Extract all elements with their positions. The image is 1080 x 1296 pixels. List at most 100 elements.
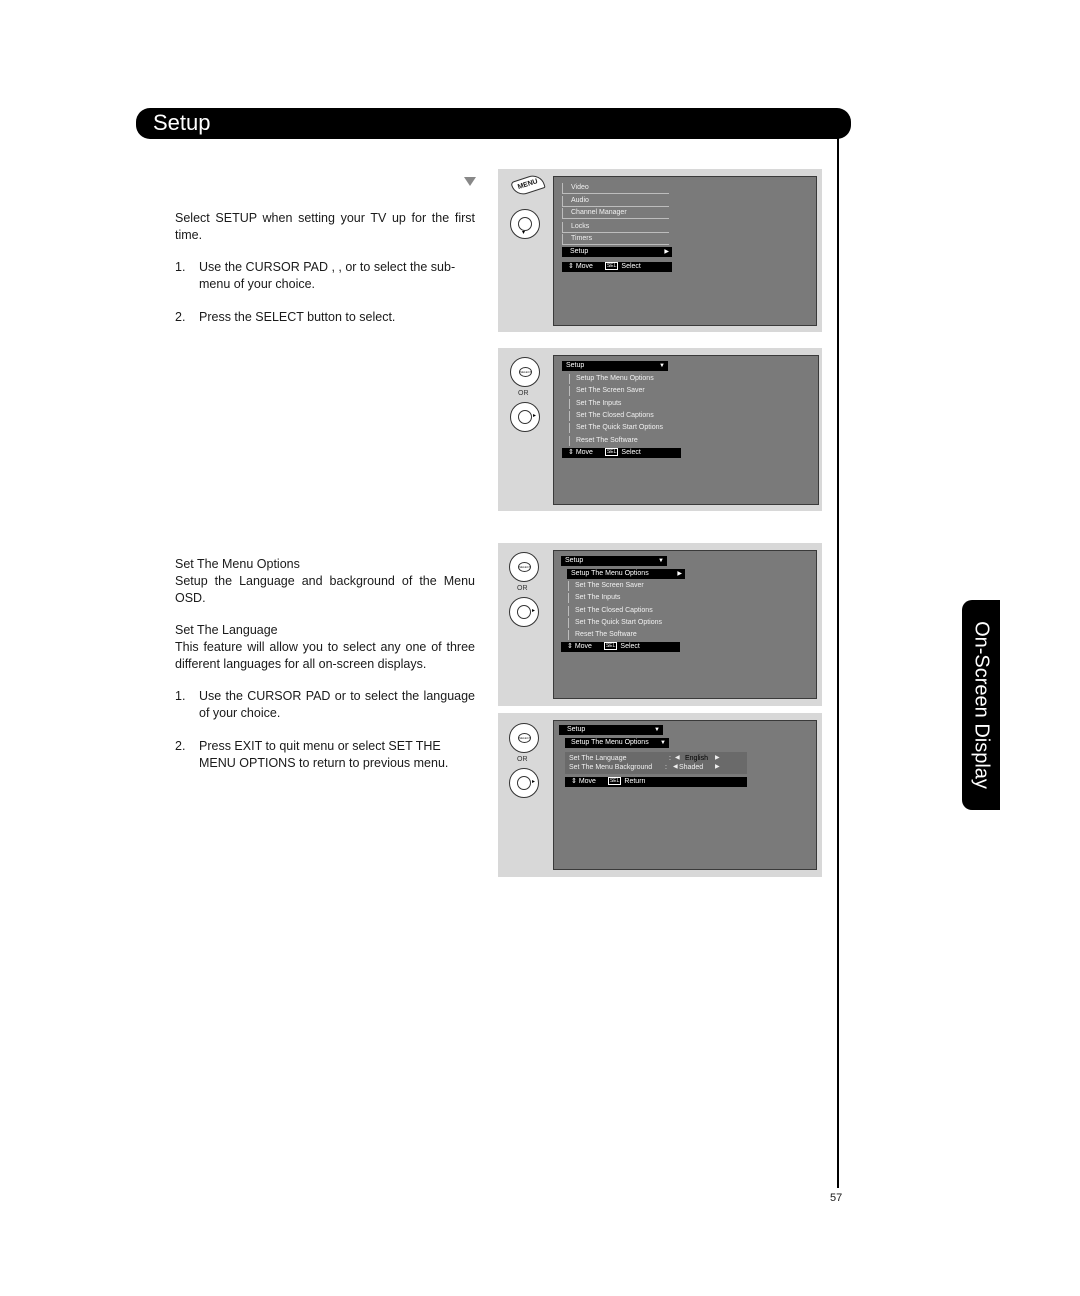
- cursor-pad-right[interactable]: ▸: [509, 597, 539, 627]
- move-icon: ⇕: [567, 643, 573, 650]
- menu-item[interactable]: Set The Screen Saver: [569, 386, 686, 396]
- menu-item-selected[interactable]: Setup The Menu Options ▶: [567, 569, 685, 579]
- action-label: Select: [620, 643, 640, 650]
- move-label: Move: [575, 449, 593, 456]
- chapter-tab: On-Screen Display: [962, 600, 1000, 810]
- select-label: SELECT: [518, 562, 531, 572]
- lang-step-2: 2. Press EXIT to quit menu or select SET …: [175, 738, 475, 771]
- menu-item[interactable]: Set The Inputs: [568, 593, 685, 603]
- sel-key-icon: SEL: [603, 642, 618, 651]
- step-1: 1. Use the CURSOR PAD , , or to select th…: [175, 259, 475, 292]
- move-label: Move: [578, 778, 596, 785]
- step-number: 2.: [175, 739, 186, 753]
- illustration-language-options: SELECT OR ▸ Setup ▼ Setup The Menu Option…: [498, 713, 822, 877]
- illustration-menu-options-selected: SELECT OR ▸ Setup ▼ Setup The Menu Option…: [498, 543, 822, 706]
- menu-title-setup: Setup ▼: [562, 361, 668, 371]
- intro-text: Select SETUP when setting your TV up for…: [175, 211, 475, 242]
- menu-title-setup: Setup ▼: [561, 556, 667, 566]
- step-text: Use the CURSOR PAD or to select the lang…: [199, 689, 475, 720]
- sel-key-icon: SEL: [604, 448, 619, 457]
- dropdown-arrow-icon: ▼: [654, 727, 660, 733]
- language-desc: This feature will allow you to select an…: [175, 640, 475, 671]
- option-row-background[interactable]: Set The Menu Background : ◀ Shaded ▶: [569, 763, 745, 772]
- menu-item-setup[interactable]: Setup ▶: [562, 247, 672, 257]
- cursor-pad-right[interactable]: ▸: [510, 402, 540, 432]
- menu-subtitle: Setup The Menu Options ▼: [565, 738, 669, 748]
- move-label: Move: [574, 643, 592, 650]
- options-box: Set The Language : ◀ English ▶ Set The M…: [565, 752, 747, 774]
- page-divider-line: [837, 138, 839, 1188]
- select-button[interactable]: SELECT: [509, 552, 539, 582]
- illustration-setup-menu: SELECT OR ▸ Setup ▼ Setup The Menu Option…: [498, 348, 822, 511]
- select-button[interactable]: SELECT: [509, 723, 539, 753]
- right-arrow-icon: ▶: [664, 249, 669, 255]
- option-value: English: [685, 755, 708, 762]
- menu-button[interactable]: MENU: [510, 172, 546, 198]
- menu-title-setup: Setup ▼: [559, 725, 663, 735]
- menu-subtitle-label: Setup The Menu Options: [571, 739, 649, 746]
- cursor-pad-right[interactable]: ▸: [509, 768, 539, 798]
- cursor-pad-down[interactable]: ▾: [510, 209, 540, 239]
- tv-screen: Setup ▼ Setup The Menu Options ▶ Set The S…: [553, 550, 817, 699]
- page-number: 57: [830, 1192, 843, 1204]
- step-2: 2. Press the SELECT button to select.: [175, 309, 475, 326]
- menu-item-label: Setup The Menu Options: [571, 570, 649, 577]
- down-triangle-icon: [464, 177, 476, 186]
- menu-item[interactable]: Set The Closed Captions: [568, 606, 685, 616]
- left-arrow-icon[interactable]: ◀: [675, 754, 680, 763]
- sel-key-icon: SEL: [604, 262, 619, 271]
- move-icon: ⇕: [571, 778, 577, 785]
- menu-item[interactable]: Set The Quick Start Options: [569, 423, 686, 433]
- menu-item-locks[interactable]: Locks: [562, 222, 669, 233]
- menu-item[interactable]: Set The Screen Saver: [568, 581, 685, 591]
- step-number: 2.: [175, 310, 186, 324]
- right-arrow-icon[interactable]: ▶: [715, 763, 720, 772]
- step-text: Press EXIT to quit menu or select SET TH…: [199, 739, 449, 770]
- menu-item[interactable]: Reset The Software: [568, 630, 685, 640]
- step-number: 1.: [175, 689, 186, 703]
- menu-title-label: Setup: [567, 726, 586, 733]
- menu-item-label: Setup: [570, 248, 589, 255]
- dropdown-arrow-icon: ▼: [658, 558, 664, 564]
- tv-screen: Setup ▼ Setup The Menu Options ▼ Set The L…: [553, 720, 817, 870]
- option-label: Set The Menu Background: [569, 764, 653, 771]
- step-text: Use the CURSOR PAD , , or to select the …: [199, 260, 456, 291]
- right-arrow-icon: ▸: [532, 608, 536, 614]
- status-bar: ⇕ Move SEL Select: [561, 642, 680, 652]
- tv-screen: Video Audio Channel Manager Locks Timers…: [553, 176, 817, 326]
- option-row-language[interactable]: Set The Language : ◀ English ▶: [569, 754, 745, 763]
- left-arrow-icon[interactable]: ◀: [673, 763, 678, 772]
- menu-item[interactable]: Set The Closed Captions: [569, 411, 686, 421]
- menu-title-label: Setup: [566, 362, 585, 369]
- menu-options-desc: Setup the Language and background of the…: [175, 574, 475, 605]
- move-icon: ⇕: [568, 449, 574, 456]
- option-separator: :: [669, 755, 671, 762]
- menu-item[interactable]: Reset The Software: [569, 436, 686, 446]
- section-title: Setup: [153, 110, 211, 135]
- or-label: OR: [517, 585, 528, 592]
- menu-item-timers[interactable]: Timers: [562, 234, 669, 245]
- menu-item-video[interactable]: Video: [562, 183, 669, 194]
- select-button[interactable]: SELECT: [510, 357, 540, 387]
- lang-step-1: 1. Use the CURSOR PAD or to select the la…: [175, 688, 475, 721]
- or-label: OR: [518, 390, 529, 397]
- menu-item-channel-manager[interactable]: Channel Manager: [562, 208, 669, 219]
- dropdown-arrow-icon: ▼: [660, 740, 666, 746]
- move-label: Move: [575, 263, 593, 270]
- option-value: Shaded: [679, 764, 704, 771]
- dropdown-arrow-icon: ▼: [659, 363, 665, 369]
- sel-key-icon: SEL: [607, 777, 622, 786]
- right-arrow-icon: ▸: [532, 779, 536, 785]
- status-bar: ⇕ Move SEL Select: [562, 262, 672, 272]
- language-heading: Set The Language: [175, 623, 278, 637]
- menu-item-audio[interactable]: Audio: [562, 196, 669, 207]
- menu-item[interactable]: Setup The Menu Options: [569, 374, 686, 384]
- menu-item[interactable]: Set The Quick Start Options: [568, 618, 685, 628]
- step-number: 1.: [175, 260, 186, 274]
- section-header-bar: Setup: [136, 108, 851, 139]
- right-arrow-icon[interactable]: ▶: [715, 754, 720, 763]
- menu-item[interactable]: Set The Inputs: [569, 399, 686, 409]
- menu-options-heading: Set The Menu Options: [175, 557, 300, 571]
- option-separator: :: [665, 764, 667, 771]
- action-label: Select: [621, 263, 641, 270]
